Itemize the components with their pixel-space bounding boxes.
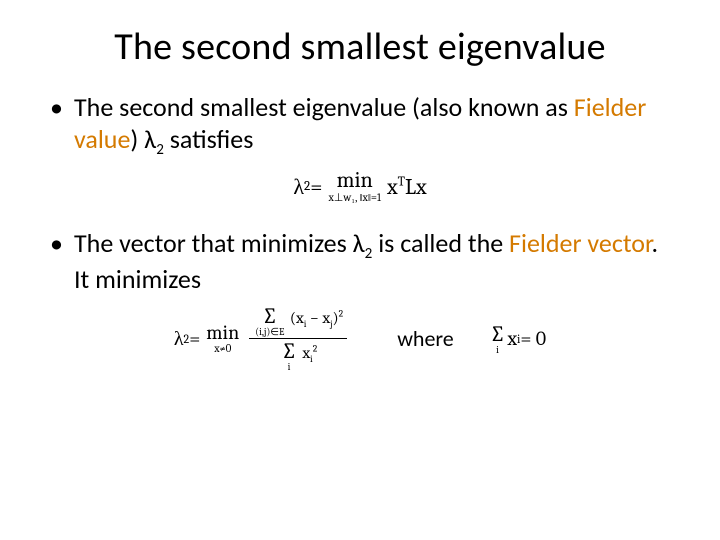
eq2-den-sigma-lim: i xyxy=(288,362,291,372)
eq2-sum-eq: = 0 xyxy=(520,327,546,350)
eq2-left: λ 2 = min x≠0 ∑ (i,j)∈E (xi − xj)2 ∑ xyxy=(174,305,351,372)
eq1-equals: = xyxy=(310,174,322,200)
eq2-num-mid: − x xyxy=(306,309,330,327)
eq1-rhs: xTLx xyxy=(387,174,427,200)
eq2-sum-sigma-lim: i xyxy=(496,345,499,355)
slide: The second smallest eigenvalue The secon… xyxy=(0,0,720,540)
bullet-1-lambda: λ xyxy=(144,123,156,155)
bullet-1-tail: satisfies xyxy=(164,123,254,155)
eq2-num-open: (x xyxy=(290,309,304,327)
eq2-den-pow: 2 xyxy=(313,344,318,355)
eq2-equals: = xyxy=(189,327,200,350)
eq2-num-sigma-lim: (i,j)∈E xyxy=(255,327,284,337)
slide-title: The second smallest eigenvalue xyxy=(50,24,670,70)
bullet-2-lambda: λ xyxy=(353,227,365,259)
bullet-2-orange: Fielder vector xyxy=(509,227,651,259)
eq2-min-cond: x≠0 xyxy=(214,343,231,355)
eq2-den-sigma: ∑ i xyxy=(281,340,297,372)
eq2-num-sigma: ∑ (i,j)∈E xyxy=(255,305,284,337)
eq2-den-sigma-sym: ∑ xyxy=(281,340,297,362)
eq1-lambda: λ xyxy=(293,174,304,200)
eq2-lambda: λ xyxy=(174,327,184,351)
eq2-denominator: ∑ i xi2 xyxy=(275,340,321,372)
equation-1: λ2 = min x⊥w₁, ‖x‖=1 xTLx xyxy=(50,169,670,204)
eq2-den-i: i xyxy=(310,354,313,365)
where-label: where xyxy=(397,325,454,352)
bullet-2-mid: is called the xyxy=(372,227,509,259)
eq1-min: min x⊥w₁, ‖x‖=1 xyxy=(328,169,381,204)
bullet-1: The second smallest eigenvalue (also kno… xyxy=(50,92,670,159)
eq2-min-op: min xyxy=(206,322,239,343)
eq2-sum-sigma: ∑ i xyxy=(490,323,506,355)
eq2-den-x: x xyxy=(302,344,310,362)
bullet-1-text-pre: The second smallest eigenvalue (also kno… xyxy=(74,91,574,123)
eq1-x1: x xyxy=(387,174,398,200)
equation-2: λ 2 = min x≠0 ∑ (i,j)∈E (xi − xj)2 ∑ xyxy=(50,305,670,372)
bullet-list-2: The vector that minimizes λ2 is called t… xyxy=(50,228,670,295)
eq2-sum-x: x xyxy=(507,327,517,350)
bullet-list: The second smallest eigenvalue (also kno… xyxy=(50,92,670,159)
bullet-1-sub: 2 xyxy=(156,141,164,159)
eq2-fraction-bar xyxy=(249,338,347,339)
eq1-T: T xyxy=(398,174,405,189)
eq2-constraint: ∑ i xi = 0 xyxy=(488,323,546,355)
eq2-numerator: ∑ (i,j)∈E (xi − xj)2 xyxy=(249,305,347,337)
eq1-x2: x xyxy=(416,174,427,200)
eq1-L: L xyxy=(405,174,416,200)
bullet-2: The vector that minimizes λ2 is called t… xyxy=(50,228,670,295)
eq2-fraction: ∑ (i,j)∈E (xi − xj)2 ∑ i xi2 xyxy=(249,305,347,372)
eq2-sum-sigma-sym: ∑ xyxy=(490,323,506,345)
bullet-2-pre: The vector that minimizes xyxy=(74,227,353,259)
bullet-1-post-paren: ) xyxy=(130,123,144,155)
eq2-min: min x≠0 xyxy=(206,322,239,355)
eq1-min-op: min xyxy=(337,169,373,192)
eq1-min-cond: x⊥w₁, ‖x‖=1 xyxy=(328,192,381,204)
eq2-num-sigma-sym: ∑ xyxy=(262,305,278,327)
eq2-num-pow: 2 xyxy=(339,309,344,320)
